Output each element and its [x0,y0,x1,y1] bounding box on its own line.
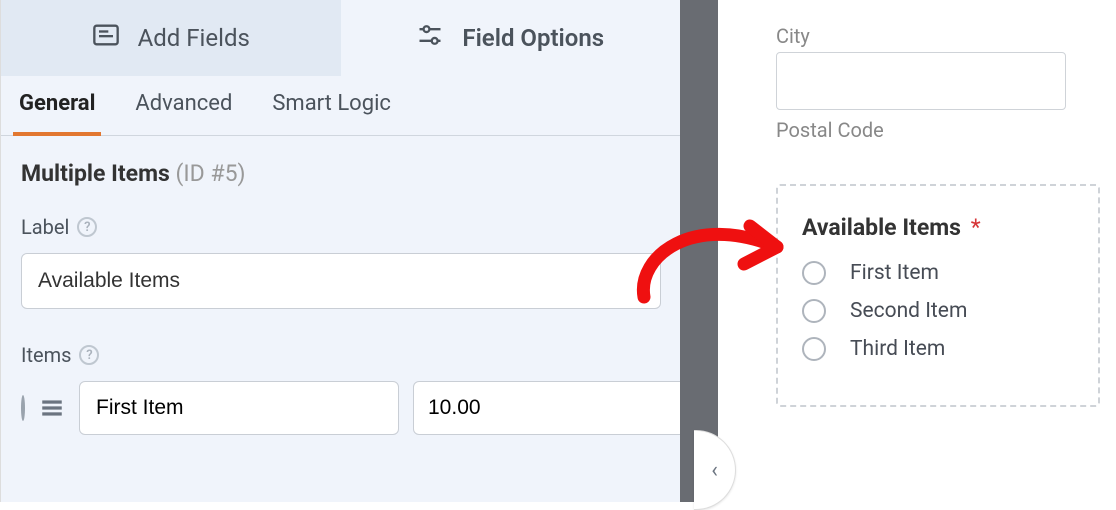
radio-icon [802,261,826,285]
section-id: (ID #5) [176,160,246,187]
tab-label: Add Fields [138,24,250,52]
label-input[interactable] [21,253,661,309]
add-fields-icon [92,21,120,55]
preview-title-text: Available Items [802,214,961,241]
items-caption: Items [21,343,71,367]
field-options-panel: Add Fields Field Options General Advance… [0,0,680,502]
items-caption-row: Items ? [21,343,660,367]
required-asterisk: * [971,214,981,241]
drag-handle-icon[interactable] [39,395,65,421]
label-caption-row: Label ? [21,215,660,239]
preview-radio-option[interactable]: First Item [802,261,1074,285]
radio-icon [802,299,826,323]
preview-radio-list: First Item Second Item Third Item [802,261,1074,361]
help-icon[interactable]: ? [77,217,97,237]
item-name-input[interactable] [79,381,399,435]
collapse-toggle[interactable]: ‹ [694,430,736,510]
chevron-left-icon: ‹ [711,458,718,483]
section-title: Multiple Items (ID #5) [21,160,660,187]
radio-label: Second Item [850,299,967,323]
preview-field-block[interactable]: Available Items * First Item Second Item… [776,184,1100,407]
postal-label: Postal Code [776,118,1100,142]
item-default-radio[interactable] [21,395,25,421]
preview-radio-option[interactable]: Third Item [802,337,1074,361]
item-price-input[interactable] [413,381,680,435]
label-caption: Label [21,215,69,239]
panel-divider: ‹ [680,0,752,502]
sub-tabs: General Advanced Smart Logic [1,76,680,136]
subtab-general[interactable]: General [13,75,101,136]
tab-add-fields[interactable]: Add Fields [1,0,341,76]
subtab-advanced[interactable]: Advanced [129,75,238,136]
city-label: City [776,24,1100,48]
radio-label: Third Item [850,337,945,361]
preview-field-title: Available Items * [802,214,1074,241]
panel-body: Multiple Items (ID #5) Label ? Items ? [1,136,680,502]
subtab-smart-logic[interactable]: Smart Logic [266,75,397,136]
top-tabs: Add Fields Field Options [1,0,680,76]
tab-label: Field Options [462,24,604,52]
city-input[interactable] [776,52,1066,110]
form-preview: City Postal Code Available Items * First… [752,0,1116,502]
item-row [21,381,660,435]
radio-label: First Item [850,261,939,285]
preview-radio-option[interactable]: Second Item [802,299,1074,323]
sliders-icon [416,21,444,55]
help-icon[interactable]: ? [79,345,99,365]
radio-icon [802,337,826,361]
tab-field-options[interactable]: Field Options [341,0,681,76]
section-title-text: Multiple Items [21,160,170,187]
